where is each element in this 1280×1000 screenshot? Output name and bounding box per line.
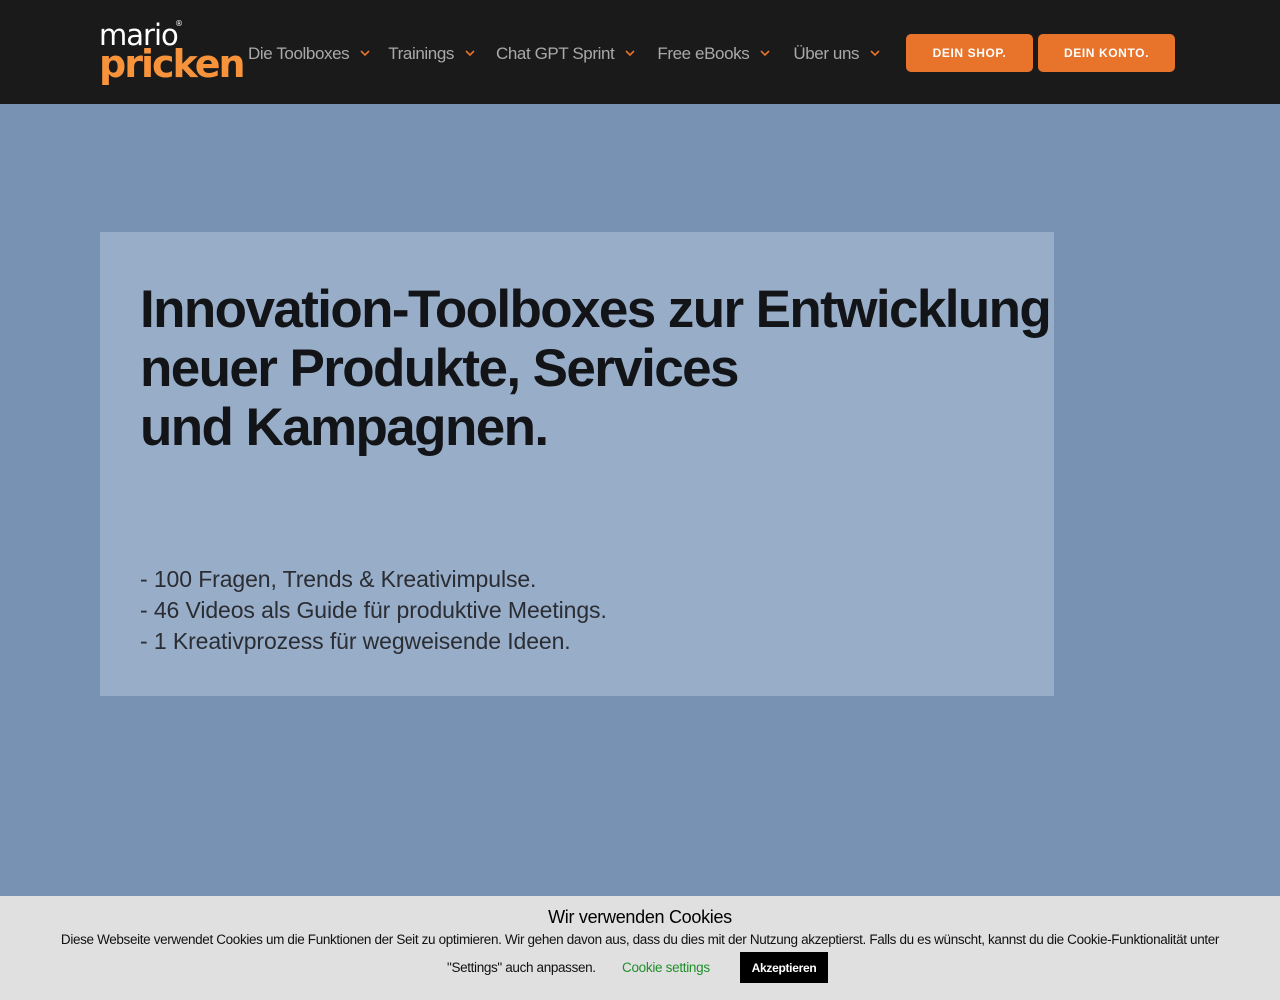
chevron-down-icon	[760, 50, 770, 57]
nav-item-label: Über uns	[793, 44, 860, 63]
nav-item-trainings[interactable]: Trainings	[388, 40, 476, 68]
hero-title-line: neuer Produkte, Services	[140, 339, 739, 398]
account-button[interactable]: DEIN KONTO.	[1038, 34, 1175, 72]
nav-item-label: Die Toolboxes	[248, 44, 350, 63]
nav-item-label: Free eBooks	[657, 44, 750, 63]
feature-item: - 100 Fragen, Trends & Kreativimpulse.	[140, 566, 537, 592]
nav-item-toolboxes[interactable]: Die Toolboxes	[248, 40, 371, 68]
cookie-text: Diese Webseite verwendet Cookies um die …	[60, 932, 1220, 947]
logo[interactable]: mario ® pricken	[99, 18, 246, 90]
logo-text-pricken: pricken	[99, 42, 246, 86]
hero-card: Innovation-Toolboxes zur Entwicklung neu…	[100, 232, 1054, 696]
main-nav: Die Toolboxes Trainings Chat GPT Sprint …	[248, 40, 881, 68]
cookie-settings-link[interactable]: Cookie settings	[622, 960, 710, 975]
cookie-accept-button[interactable]: Akzeptieren	[740, 952, 828, 983]
hero-feature-list: - 100 Fragen, Trends & Kreativimpulse. -…	[140, 564, 607, 657]
nav-item-free-ebooks[interactable]: Free eBooks	[657, 40, 771, 68]
hero-title-line: Innovation-Toolboxes zur Entwicklung	[140, 280, 1052, 339]
hero-title-line: und Kampagnen.	[140, 398, 549, 457]
chevron-down-icon	[625, 50, 635, 57]
chevron-down-icon	[465, 50, 475, 57]
feature-item: - 46 Videos als Guide für produktive Mee…	[140, 597, 607, 623]
feature-item: - 1 Kreativprozess für wegweisende Ideen…	[140, 628, 571, 654]
chevron-down-icon	[360, 50, 370, 57]
hero-title: Innovation-Toolboxes zur Entwicklung neu…	[140, 280, 1054, 457]
nav-item-ueber-uns[interactable]: Über uns	[793, 40, 881, 68]
cookie-actions: "Settings" auch anpassen. Cookie setting…	[0, 952, 1280, 984]
nav-item-label: Chat GPT Sprint	[495, 44, 615, 63]
nav-item-label: Trainings	[388, 44, 454, 63]
cookie-banner: Wir verwenden Cookies Diese Webseite ver…	[0, 896, 1280, 1000]
logo-registered-mark: ®	[175, 19, 183, 28]
chevron-down-icon	[870, 50, 880, 57]
nav-item-chatgpt-sprint[interactable]: Chat GPT Sprint	[496, 40, 636, 68]
cookie-title: Wir verwenden Cookies	[548, 907, 732, 927]
shop-button[interactable]: DEIN SHOP.	[906, 34, 1033, 72]
cookie-text-continued: "Settings" auch anpassen.	[447, 960, 596, 975]
site-header: mario ® pricken Die Toolboxes Trainings …	[0, 0, 1280, 104]
